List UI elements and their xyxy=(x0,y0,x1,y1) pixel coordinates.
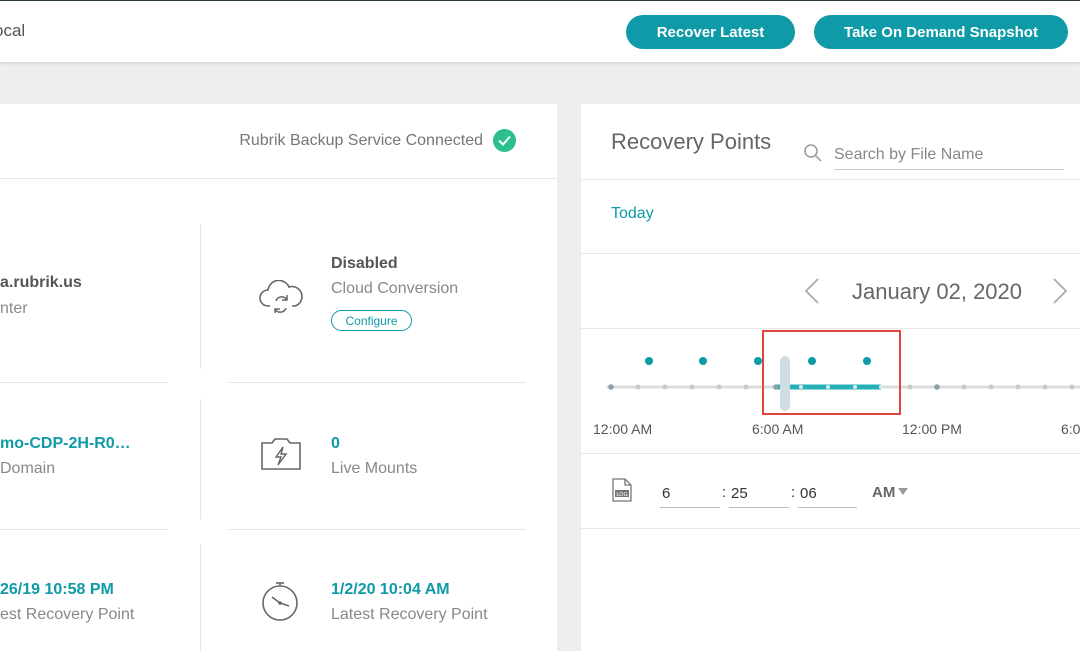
file-search xyxy=(803,140,1065,170)
timeline-label: 6:0 xyxy=(1061,421,1080,437)
configure-button[interactable]: Configure xyxy=(331,310,412,331)
sla-domain-link[interactable]: mo-CDP-2H-R0… xyxy=(0,435,131,453)
timeline-label: 6:00 AM xyxy=(752,421,804,437)
live-mounts-count[interactable]: 0 xyxy=(331,435,340,453)
oldest-recovery-point-link[interactable]: 26/19 10:58 PM xyxy=(0,581,114,599)
time-separator: : xyxy=(791,484,796,501)
take-snapshot-button[interactable]: Take On Demand Snapshot xyxy=(814,15,1068,49)
time-picker: LOG : : AM xyxy=(581,476,1080,528)
live-mount-icon xyxy=(260,437,302,476)
ampm-select[interactable]: AM xyxy=(872,484,895,501)
divider xyxy=(581,453,1080,454)
hour-input[interactable] xyxy=(660,480,720,508)
row-divider xyxy=(228,382,526,383)
log-file-icon: LOG xyxy=(612,478,632,507)
check-circle-icon xyxy=(493,129,516,152)
row-divider xyxy=(228,529,526,530)
overview-card: Rubrik Backup Service Connected a.rubrik… xyxy=(0,104,557,651)
chevron-left-icon[interactable] xyxy=(803,277,821,310)
column-divider xyxy=(200,224,201,369)
timeline-label: 12:00 AM xyxy=(593,421,653,437)
row-divider xyxy=(0,382,168,383)
second-input[interactable] xyxy=(798,480,857,508)
search-input[interactable] xyxy=(834,140,1064,170)
clock-icon xyxy=(260,582,300,627)
cloud-conversion-label: Cloud Conversion xyxy=(331,280,459,297)
vcenter-label: nter xyxy=(0,300,28,317)
recovery-points-title: Recovery Points xyxy=(611,129,772,154)
divider xyxy=(581,179,1080,180)
live-mounts-label: Live Mounts xyxy=(331,460,418,477)
backup-service-status-text: Rubrik Backup Service Connected xyxy=(239,131,483,149)
top-bar: ocal Recover Latest Take On Demand Snaps… xyxy=(0,0,1080,62)
selected-date: January 02, 2020 xyxy=(852,279,1023,304)
svg-text:LOG: LOG xyxy=(616,492,627,498)
page-title: ocal xyxy=(0,21,26,40)
vcenter-host: a.rubrik.us xyxy=(0,274,82,291)
chevron-right-icon[interactable] xyxy=(1051,277,1069,310)
range-today-link[interactable]: Today xyxy=(611,205,654,223)
column-divider xyxy=(200,399,201,519)
recovery-points-card: Recovery Points Today January 02, 2020 xyxy=(581,104,1080,651)
recovery-timeline[interactable]: 12:00 AM 6:00 AM 12:00 PM 6:0 xyxy=(581,329,1080,439)
oldest-recovery-point-label: est Recovery Point xyxy=(0,606,135,623)
latest-recovery-point-link[interactable]: 1/2/20 10:04 AM xyxy=(331,581,450,599)
backup-service-status: Rubrik Backup Service Connected xyxy=(239,129,516,152)
recover-latest-button[interactable]: Recover Latest xyxy=(626,15,795,49)
timeline-label: 12:00 PM xyxy=(902,421,962,437)
row-divider xyxy=(0,529,168,530)
overview-header: Rubrik Backup Service Connected xyxy=(0,104,557,179)
minute-input[interactable] xyxy=(729,480,789,508)
sla-domain-label: Domain xyxy=(0,460,56,477)
time-separator: : xyxy=(722,484,727,501)
latest-recovery-point-label: Latest Recovery Point xyxy=(331,606,488,623)
column-divider xyxy=(200,544,201,651)
cloud-conversion-status: Disabled xyxy=(331,255,398,272)
divider xyxy=(581,253,1080,254)
divider xyxy=(581,528,1080,529)
caret-down-icon[interactable] xyxy=(898,488,908,495)
cloud-sync-icon xyxy=(258,279,304,319)
search-icon xyxy=(803,143,823,168)
